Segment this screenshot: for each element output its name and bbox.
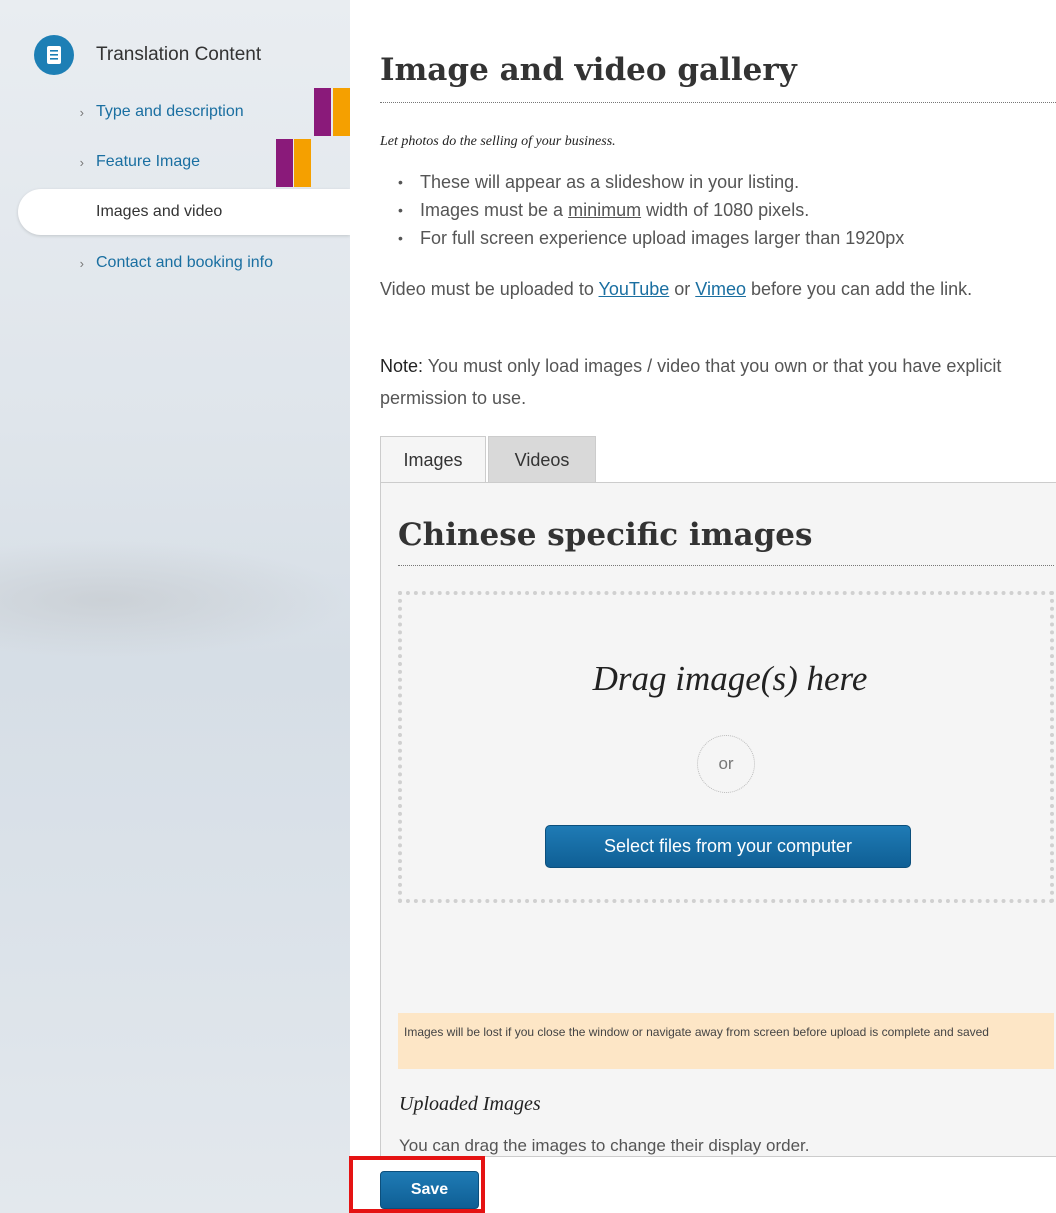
status-flag-purple — [314, 88, 331, 136]
chevron-right-icon: › — [79, 154, 84, 170]
sidebar-header: Translation Content — [34, 34, 261, 76]
sidebar-title: Translation Content — [96, 44, 262, 65]
sidebar-background-image — [0, 540, 350, 660]
upload-warning: Images will be lost if you close the win… — [398, 1013, 1054, 1069]
image-dropzone[interactable]: Drag image(s) here or Select files from … — [398, 591, 1054, 903]
video-note-text: before you can add the link. — [745, 279, 973, 299]
note-text: You must only load images / video that y… — [380, 356, 1002, 408]
chevron-right-icon: › — [79, 255, 84, 271]
sidebar-item-label: Contact and booking info — [96, 254, 274, 271]
list-item-text: Images must be a — [420, 200, 569, 220]
document-icon — [34, 35, 74, 75]
sidebar-item-label: Feature Image — [96, 153, 201, 170]
panel-title: Chinese specific images — [398, 517, 1054, 566]
status-flag-orange — [294, 139, 311, 187]
note-label: Note: — [380, 356, 424, 376]
or-divider: or — [697, 735, 755, 793]
list-item: These will appear as a slideshow in your… — [398, 168, 904, 196]
list-item: For full screen experience upload images… — [398, 224, 904, 252]
status-flag-orange — [333, 88, 350, 136]
info-list: These will appear as a slideshow in your… — [398, 168, 904, 252]
list-item-text: width of 1080 pixels. — [641, 200, 810, 220]
uploaded-images-title: Uploaded Images — [399, 1093, 541, 1115]
media-tabs: Images Videos — [380, 436, 596, 484]
save-highlight-box — [349, 1156, 485, 1213]
video-note-text: Video must be uploaded to — [380, 279, 599, 299]
tab-images[interactable]: Images — [380, 436, 486, 484]
images-panel: Chinese specific images Drag image(s) he… — [380, 482, 1056, 1157]
drag-images-text: Drag image(s) here — [592, 659, 868, 698]
status-flag-purple — [276, 139, 293, 187]
sidebar-item-type-and-description[interactable]: › Type and description — [18, 89, 350, 135]
video-note-text: or — [669, 279, 696, 299]
sidebar-item-label: Type and description — [96, 103, 244, 120]
select-files-button[interactable]: Select files from your computer — [545, 825, 911, 868]
video-note: Video must be uploaded to YouTube or Vim… — [380, 273, 1040, 305]
youtube-link[interactable]: YouTube — [599, 279, 670, 299]
list-item: Images must be a minimum width of 1080 p… — [398, 196, 904, 224]
vimeo-link[interactable]: Vimeo — [695, 279, 746, 299]
minimum-underline: minimum — [568, 200, 642, 220]
sidebar-item-contact-and-booking-info[interactable]: › Contact and booking info — [18, 240, 350, 286]
sidebar-item-images-and-video[interactable]: Images and video — [18, 189, 350, 235]
chevron-right-icon: › — [79, 104, 84, 120]
sidebar-item-label: Images and video — [96, 203, 223, 220]
tagline: Let photos do the selling of your busine… — [380, 134, 616, 149]
page-title: Image and video gallery — [380, 52, 1056, 103]
uploaded-images-description: You can drag the images to change their … — [399, 1136, 810, 1155]
permission-note: Note: You must only load images / video … — [380, 350, 1040, 414]
tab-videos[interactable]: Videos — [488, 436, 596, 484]
sidebar: Translation Content › Type and descripti… — [0, 0, 350, 1213]
